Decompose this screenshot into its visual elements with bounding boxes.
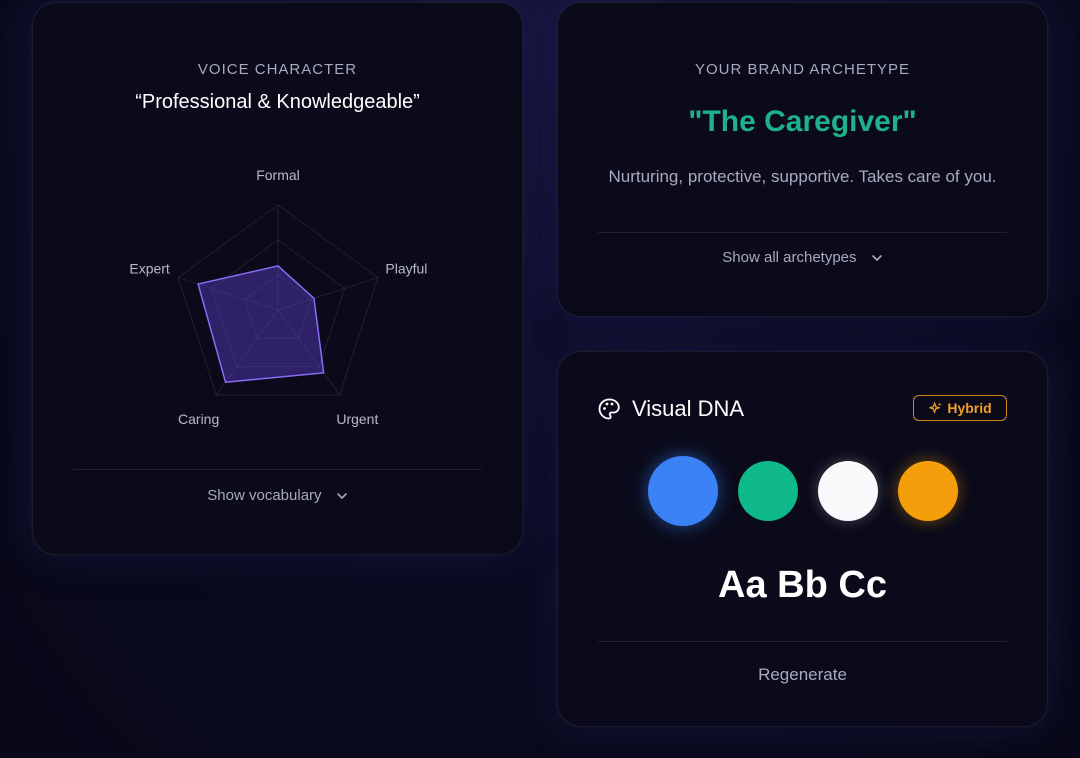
- hybrid-badge-label: Hybrid: [947, 400, 992, 416]
- sparkle-icon: [929, 401, 942, 413]
- radar-label-expert: Expert: [129, 260, 170, 276]
- color-swatch-white[interactable]: [818, 461, 878, 521]
- color-swatch-blue[interactable]: [648, 456, 718, 526]
- radar-label-formal: Formal: [256, 167, 300, 183]
- chevron-down-icon: [871, 255, 882, 261]
- radar-label-playful: Playful: [385, 260, 427, 276]
- color-swatch-orange[interactable]: [898, 461, 958, 521]
- color-swatch-green[interactable]: [738, 461, 798, 521]
- show-vocabulary-toggle[interactable]: Show vocabulary: [33, 487, 522, 504]
- brand-archetype-card: YOUR BRAND ARCHETYPE "The Caregiver" Nur…: [557, 2, 1048, 317]
- voice-divider: [73, 469, 482, 470]
- palette-icon: [598, 398, 620, 420]
- show-all-archetypes-label: Show all archetypes: [722, 249, 857, 266]
- radar-label-urgent: Urgent: [336, 411, 378, 427]
- voice-character-card: VOICE CHARACTER “Professional & Knowledg…: [32, 2, 523, 555]
- voice-radar-chart: Formal Playful Urgent Caring Expert: [129, 167, 427, 427]
- brand-archetype-overline: YOUR BRAND ARCHETYPE: [694, 61, 911, 78]
- hybrid-badge: Hybrid: [913, 395, 1007, 421]
- archetype-divider: [598, 232, 1007, 233]
- visual-dna-title: Visual DNA: [632, 396, 745, 421]
- chevron-down-icon: [336, 493, 347, 499]
- radar-label-caring: Caring: [178, 411, 219, 427]
- show-all-archetypes-toggle[interactable]: Show all archetypes: [558, 249, 1047, 266]
- archetype-description: Nurturing, protective, supportive. Takes…: [608, 167, 997, 186]
- archetype-name: "The Caregiver": [688, 105, 917, 138]
- show-vocabulary-label: Show vocabulary: [207, 487, 322, 504]
- visual-dna-card: Visual DNA Hybrid Aa Bb Cc Regenerate: [557, 351, 1048, 727]
- visual-dna-divider: [598, 641, 1007, 642]
- typography-sample: Aa Bb Cc: [718, 564, 887, 606]
- regenerate-button[interactable]: Regenerate: [558, 665, 1047, 685]
- radar-data-polygon: [197, 265, 325, 384]
